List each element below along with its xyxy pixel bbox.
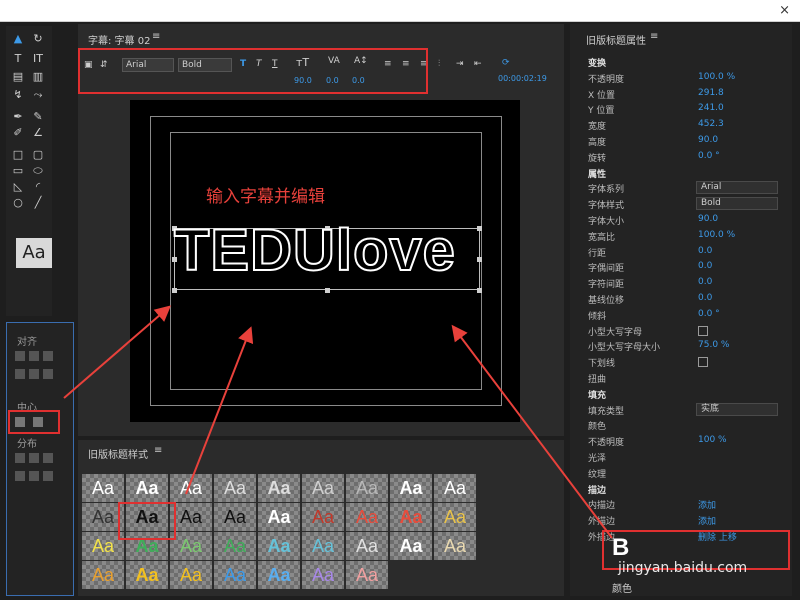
arrow-to-canvas-center (185, 326, 254, 495)
annotation-arrows (63, 305, 613, 539)
arrow-to-canvas-right (451, 324, 613, 539)
arrow-to-canvas-left (63, 305, 172, 399)
